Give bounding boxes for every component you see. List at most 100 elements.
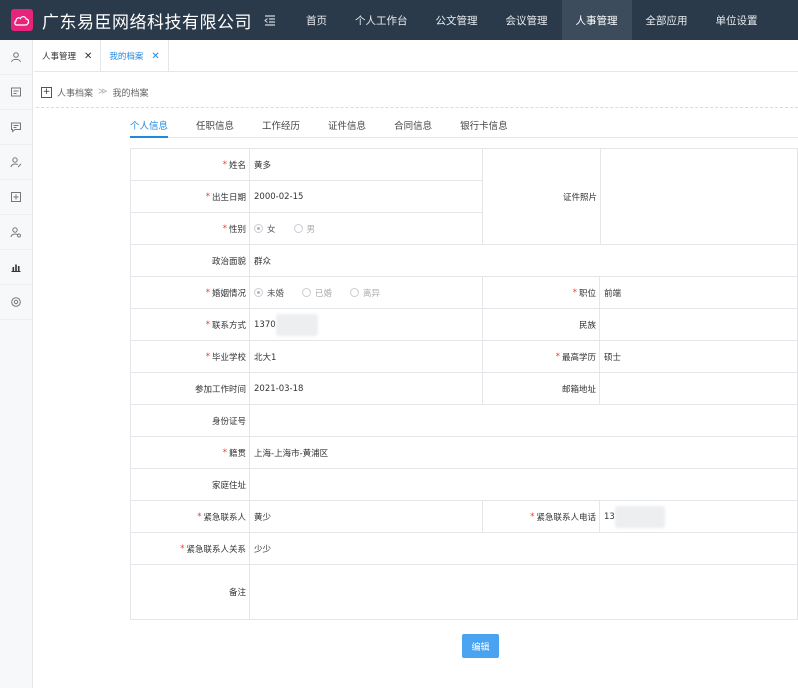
tab-bank-card-info[interactable]: 银行卡信息 xyxy=(460,114,508,138)
form-row-address: 家庭住址 xyxy=(131,469,798,501)
sidebar-item-plus[interactable] xyxy=(0,180,32,215)
nav-item-1[interactable]: 个人工作台 xyxy=(341,0,422,40)
breadcrumb: + 人事档案 ≫ 我的档案 xyxy=(41,85,148,99)
emergency-contact-value: 黄少 xyxy=(254,512,272,523)
address-label: 家庭住址 xyxy=(211,480,246,491)
remark-label: 备注 xyxy=(228,588,246,598)
work-start-label: 参加工作时间 xyxy=(194,384,246,395)
photo-label: 证件照片 xyxy=(562,192,597,203)
form-row-school: * 毕业学校 北大1 * 最高学历 硕士 xyxy=(131,341,798,373)
tab-position-info[interactable]: 任职信息 xyxy=(196,114,234,138)
gender-label: * 性别 xyxy=(222,223,246,235)
plus-square-icon[interactable]: + xyxy=(41,86,52,98)
nav-item-5[interactable]: 全部应用 xyxy=(632,0,702,40)
education-value: 硕士 xyxy=(604,352,622,363)
form-row-id-number: 身份证号 xyxy=(131,405,798,437)
form-row-native: * 籍贯 上海-上海市-黄浦区 xyxy=(131,437,798,469)
marital-radio-single[interactable]: 未婚 xyxy=(254,287,284,299)
tab-my-profile[interactable]: 我的档案 ✕ xyxy=(101,40,169,72)
main-nav: 首页 个人工作台 公文管理 会议管理 人事管理 全部应用 单位设置 xyxy=(292,0,772,40)
sidebar-item-user-edit[interactable] xyxy=(0,145,32,180)
tab-certificate-info[interactable]: 证件信息 xyxy=(328,114,366,138)
divider xyxy=(36,107,798,108)
position-label: * 职位 xyxy=(572,287,596,299)
nav-item-6[interactable]: 单位设置 xyxy=(702,0,772,40)
address-value xyxy=(250,469,254,500)
sidebar-item-user-settings[interactable] xyxy=(0,215,32,250)
gender-radio-group: 女 男 xyxy=(250,213,333,244)
gender-radio-male[interactable]: 男 xyxy=(293,223,315,235)
sidebar-item-id-card[interactable] xyxy=(0,75,32,110)
ethnic-value xyxy=(600,309,604,340)
education-label: * 最高学历 xyxy=(555,351,596,363)
tab-personal-info[interactable]: 个人信息 xyxy=(130,114,169,138)
tab-work-experience[interactable]: 工作经历 xyxy=(262,114,300,138)
marital-radio-married[interactable]: 已婚 xyxy=(302,287,332,299)
id-number-label: 身份证号 xyxy=(211,416,246,427)
tab-contract-info[interactable]: 合同信息 xyxy=(394,114,432,138)
marital-radio-group: 未婚 已婚 离异 xyxy=(250,277,398,308)
emergency-relation-value: 少少 xyxy=(254,544,272,555)
close-icon[interactable]: ✕ xyxy=(151,51,159,62)
name-value: 黄多 xyxy=(254,160,272,171)
position-value: 前端 xyxy=(604,288,622,299)
photo-block: 证件照片 xyxy=(482,149,798,245)
emergency-relation-label: * 紧急联系人关系 xyxy=(180,543,246,555)
postcode-value xyxy=(600,373,604,404)
tab-label: 人事管理 xyxy=(42,52,77,62)
user-edit-icon xyxy=(10,157,22,168)
profile-tabs: 个人信息 任职信息 工作经历 证件信息 合同信息 银行卡信息 xyxy=(130,114,798,138)
edit-button[interactable]: 编辑 xyxy=(462,634,499,658)
political-label: 政治面貌 xyxy=(211,256,246,267)
photo-area[interactable] xyxy=(601,149,798,244)
menu-toggle-icon[interactable] xyxy=(264,13,278,27)
top-bar: 广东易臣网络科技有限公司 首页 个人工作台 公文管理 会议管理 人事管理 全部应用 单位设置 xyxy=(0,0,798,40)
id-card-icon xyxy=(11,87,21,97)
political-value: 群众 xyxy=(254,256,272,267)
ethnic-label: 民族 xyxy=(578,320,596,331)
breadcrumb-parent[interactable]: 人事档案 xyxy=(57,86,93,99)
personal-info-form: * 姓名 黄多 * 出生日期 2000-02-15 * 性别 女 男 证件照片 政治面… xyxy=(130,148,798,620)
form-row-remark: 备注 xyxy=(131,565,798,619)
masked-phone xyxy=(275,313,318,336)
emergency-phone-value: 13 xyxy=(600,501,665,532)
form-row-gender: * 性别 女 男 xyxy=(131,213,482,245)
id-number-value xyxy=(250,405,254,436)
close-icon[interactable]: ✕ xyxy=(84,51,92,62)
form-row-marital: * 婚姻情况 未婚 已婚 离异 * 职位 前端 xyxy=(131,277,798,309)
native-label: * 籍贯 xyxy=(222,447,246,459)
form-row-emergency: * 紧急联系人 黄少 * 紧急联系人电话 13 xyxy=(131,501,798,533)
form-row-work-start: 参加工作时间 2021-03-18 邮箱地址 xyxy=(131,373,798,405)
icon-sidebar xyxy=(0,40,33,688)
birth-value: 2000-02-15 xyxy=(254,191,304,202)
emergency-contact-label: * 紧急联系人 xyxy=(197,511,246,523)
nav-item-4[interactable]: 人事管理 xyxy=(561,0,632,40)
company-name: 广东易臣网络科技有限公司 xyxy=(42,12,252,33)
tab-label: 我的档案 xyxy=(109,52,144,62)
sidebar-item-message[interactable] xyxy=(0,110,32,145)
nav-item-2[interactable]: 公文管理 xyxy=(422,0,492,40)
work-start-value: 2021-03-18 xyxy=(254,383,304,394)
remark-value xyxy=(250,565,254,619)
school-value: 北大1 xyxy=(254,352,277,363)
cloud-logo-icon xyxy=(14,16,30,26)
tab-hr-management[interactable]: 人事管理 ✕ xyxy=(34,40,102,72)
form-row-emergency-relation: * 紧急联系人关系 少少 xyxy=(131,533,798,565)
gender-radio-female[interactable]: 女 xyxy=(254,223,276,235)
sidebar-item-settings[interactable] xyxy=(0,285,32,320)
message-icon xyxy=(11,122,21,133)
sidebar-item-statistics[interactable] xyxy=(0,250,32,285)
form-row-birth: * 出生日期 2000-02-15 xyxy=(131,181,482,213)
breadcrumb-separator: ≫ xyxy=(98,87,108,97)
nav-item-0[interactable]: 首页 xyxy=(292,0,341,40)
company-logo[interactable] xyxy=(11,9,33,31)
contact-value: 1370 xyxy=(250,309,318,340)
postcode-label: 邮箱地址 xyxy=(561,384,596,395)
user-icon xyxy=(11,52,21,63)
marital-label: * 婚姻情况 xyxy=(205,287,246,299)
breadcrumb-current: 我的档案 xyxy=(112,88,149,99)
nav-item-3[interactable]: 会议管理 xyxy=(492,0,562,40)
marital-radio-divorced[interactable]: 离异 xyxy=(350,287,380,299)
sidebar-item-user[interactable] xyxy=(0,40,32,75)
form-row-name: * 姓名 黄多 xyxy=(131,149,482,181)
